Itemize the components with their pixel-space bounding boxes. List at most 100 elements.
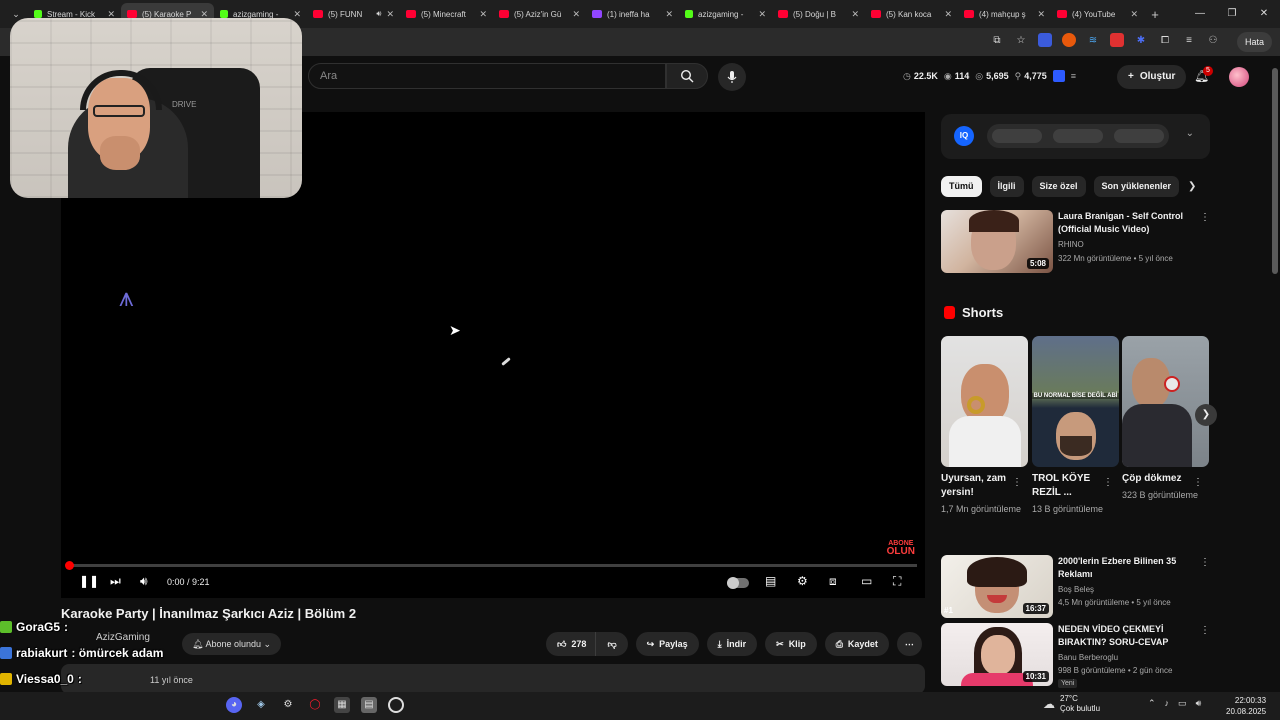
rec-title[interactable]: NEDEN VİDEO ÇEKMEYİ BIRAKTIN? SORU-CEVAP xyxy=(1058,623,1192,649)
opera-icon[interactable]: ◯ xyxy=(307,697,323,713)
save-button[interactable]: ⎙ Kaydet xyxy=(824,632,889,656)
chevron-down-icon[interactable]: ⌄ xyxy=(1186,128,1194,139)
short-item[interactable]: Uyursan, zam yersin! 1,7 Mn görüntüleme … xyxy=(941,336,1028,516)
microphone-tray-icon[interactable]: ♪ xyxy=(1165,698,1170,709)
close-tab-icon[interactable]: ✕ xyxy=(944,9,952,20)
more-vert-icon[interactable]: ⋮ xyxy=(1200,557,1210,568)
close-tab-icon[interactable]: ✕ xyxy=(758,9,766,20)
close-tab-icon[interactable]: ✕ xyxy=(1037,9,1045,20)
weather-widget[interactable]: ☁ 27°C Çok bulutlu xyxy=(1043,694,1100,714)
recommendation-item[interactable]: 5:08 Laura Branigan - Self Control (Offi… xyxy=(941,210,1211,274)
chevron-right-icon[interactable]: ❯ xyxy=(1188,181,1196,192)
iq-logo[interactable]: IQ xyxy=(954,126,974,146)
fullscreen-icon[interactable]: ⛶ xyxy=(893,574,901,589)
progress-bar[interactable] xyxy=(65,561,917,570)
short-title[interactable]: Çöp dökmez xyxy=(1122,472,1196,486)
browser-tab[interactable]: azizgaming - ✕ xyxy=(679,3,772,25)
extension-wave-icon[interactable]: ≋ xyxy=(1086,33,1100,47)
new-tab-button[interactable]: + xyxy=(1144,7,1166,22)
recommendation-item[interactable]: 10:31 NEDEN VİDEO ÇEKMEYİ BIRAKTIN? SORU… xyxy=(941,623,1211,688)
pause-icon[interactable]: ❚❚ xyxy=(79,574,99,588)
close-tab-icon[interactable]: ✕ xyxy=(665,9,673,20)
obs-icon[interactable] xyxy=(388,697,404,713)
more-vert-icon[interactable]: ⋮ xyxy=(1012,477,1022,488)
channel-name[interactable]: AzizGaming xyxy=(96,632,150,643)
iq-pill[interactable] xyxy=(1052,129,1103,143)
page-scrollbar[interactable] xyxy=(1271,56,1280,692)
extension-orange-icon[interactable] xyxy=(1062,33,1076,47)
browser-tab[interactable]: (5) Aziz'in Gü ✕ xyxy=(493,3,586,25)
browser-tab[interactable]: (5) Minecraft ✕ xyxy=(400,3,493,25)
rec-channel[interactable]: RHINO xyxy=(1058,240,1084,249)
close-tab-icon[interactable]: ✕ xyxy=(1130,9,1138,20)
settings-gear-icon[interactable]: ⚙ xyxy=(280,697,296,713)
iq-extension-icon[interactable] xyxy=(1052,70,1065,82)
tab-audio-icon[interactable]: 🔊︎ xyxy=(376,9,381,19)
system-clock[interactable]: 22:00:33 20.08.2025 xyxy=(1226,695,1266,717)
filter-chip[interactable]: Size özel xyxy=(1031,176,1086,197)
rec-title[interactable]: Laura Branigan - Self Control (Official … xyxy=(1058,210,1192,236)
miniplayer-icon[interactable]: ⧈ xyxy=(829,574,837,589)
subscribe-watermark[interactable]: ABONE OLUN xyxy=(887,540,915,557)
rec-channel[interactable]: Banu Berberoglu xyxy=(1058,653,1118,662)
search-button[interactable] xyxy=(666,63,708,89)
maximize-button[interactable]: ❐ xyxy=(1216,0,1248,28)
short-item[interactable]: BU NORMAL BİSE DEĞİL ABİ TROL KÖYE REZİL… xyxy=(1032,336,1119,516)
speaker-icon[interactable]: 🔊︎ xyxy=(1196,698,1202,709)
download-button[interactable]: ⤓ İndir xyxy=(706,632,758,656)
filter-chip[interactable]: Son yüklenenler xyxy=(1093,176,1180,197)
list-icon[interactable]: ≡ xyxy=(1071,71,1076,81)
app-icon[interactable]: ▦ xyxy=(334,697,350,713)
rec-channel[interactable]: Boş Beleş xyxy=(1058,585,1094,594)
video-thumbnail[interactable]: #1 16:37 xyxy=(941,555,1053,618)
display-icon[interactable]: ▭ xyxy=(1178,698,1187,709)
more-vert-icon[interactable]: ⋮ xyxy=(1103,477,1113,488)
subscribed-button[interactable]: 🔔︎ Abone olundu ⌄ xyxy=(182,633,282,655)
profile-error-button[interactable]: Hata xyxy=(1236,32,1272,52)
extension-puzzle-blue-icon[interactable]: ✱ xyxy=(1134,33,1148,47)
short-thumbnail[interactable]: BU NORMAL BİSE DEĞİL ABİ xyxy=(1032,336,1119,467)
browser-tab[interactable]: (5) Doğu | B ✕ xyxy=(772,3,865,25)
video-thumbnail[interactable]: 10:31 xyxy=(941,623,1053,686)
short-thumbnail[interactable] xyxy=(1122,336,1209,467)
close-tab-icon[interactable]: ✕ xyxy=(851,9,859,20)
close-tab-icon[interactable]: ✕ xyxy=(479,9,487,20)
share-button[interactable]: ↪ Paylaş xyxy=(635,632,699,656)
more-actions-button[interactable]: ⋯ xyxy=(896,632,922,656)
extensions-puzzle-icon[interactable]: ⧠ xyxy=(1158,33,1172,47)
short-title[interactable]: Uyursan, zam yersin! xyxy=(941,472,1015,500)
folder-icon[interactable]: ▤ xyxy=(361,697,377,713)
discord-icon[interactable]: ◕ xyxy=(226,697,242,713)
filter-chip[interactable]: Tümü xyxy=(941,176,982,197)
voice-search-button[interactable] xyxy=(718,63,746,91)
steam-icon[interactable]: ◈ xyxy=(253,697,269,713)
extension-blue-icon[interactable] xyxy=(1038,33,1052,47)
rec-title[interactable]: 2000'lerin Ezbere Bilinen 35 Reklamı xyxy=(1058,555,1192,581)
browser-tab[interactable]: (4) mahçup ş ✕ xyxy=(958,3,1051,25)
short-thumbnail[interactable] xyxy=(941,336,1028,467)
close-window-button[interactable]: ✕ xyxy=(1248,0,1280,28)
more-vert-icon[interactable]: ⋮ xyxy=(1200,625,1210,636)
iq-pill[interactable] xyxy=(992,129,1043,143)
account-avatar[interactable] xyxy=(1229,67,1249,87)
install-app-icon[interactable]: ⧉ xyxy=(990,33,1004,47)
video-thumbnail[interactable]: 5:08 xyxy=(941,210,1053,273)
filter-chip[interactable]: İlgili xyxy=(989,176,1024,197)
browser-tab[interactable]: (5) FUNN 🔊︎ ✕ xyxy=(307,3,400,25)
media-controls-icon[interactable]: ≡ xyxy=(1182,33,1196,47)
scrollbar-thumb[interactable] xyxy=(1272,68,1278,274)
more-vert-icon[interactable]: ⋮ xyxy=(1200,212,1210,223)
more-vert-icon[interactable]: ⋮ xyxy=(1193,477,1203,488)
close-tab-icon[interactable]: ✕ xyxy=(386,9,394,20)
volume-icon[interactable]: 🔊︎ xyxy=(140,574,148,589)
bookmark-star-icon[interactable]: ☆ xyxy=(1014,33,1028,47)
theater-mode-icon[interactable]: ▭ xyxy=(861,574,872,588)
minimize-button[interactable]: — xyxy=(1184,0,1216,28)
progress-scrubber[interactable] xyxy=(65,561,74,570)
next-video-icon[interactable]: ⏭︎ xyxy=(110,574,121,589)
browser-tab[interactable]: (4) YouTube ✕ xyxy=(1051,3,1144,25)
settings-gear-icon[interactable]: ⚙ xyxy=(797,574,808,588)
search-input[interactable] xyxy=(309,64,665,88)
like-button[interactable]: 👍︎ 278 xyxy=(546,632,596,656)
browser-tab[interactable]: (5) Kan koca ✕ xyxy=(865,3,958,25)
